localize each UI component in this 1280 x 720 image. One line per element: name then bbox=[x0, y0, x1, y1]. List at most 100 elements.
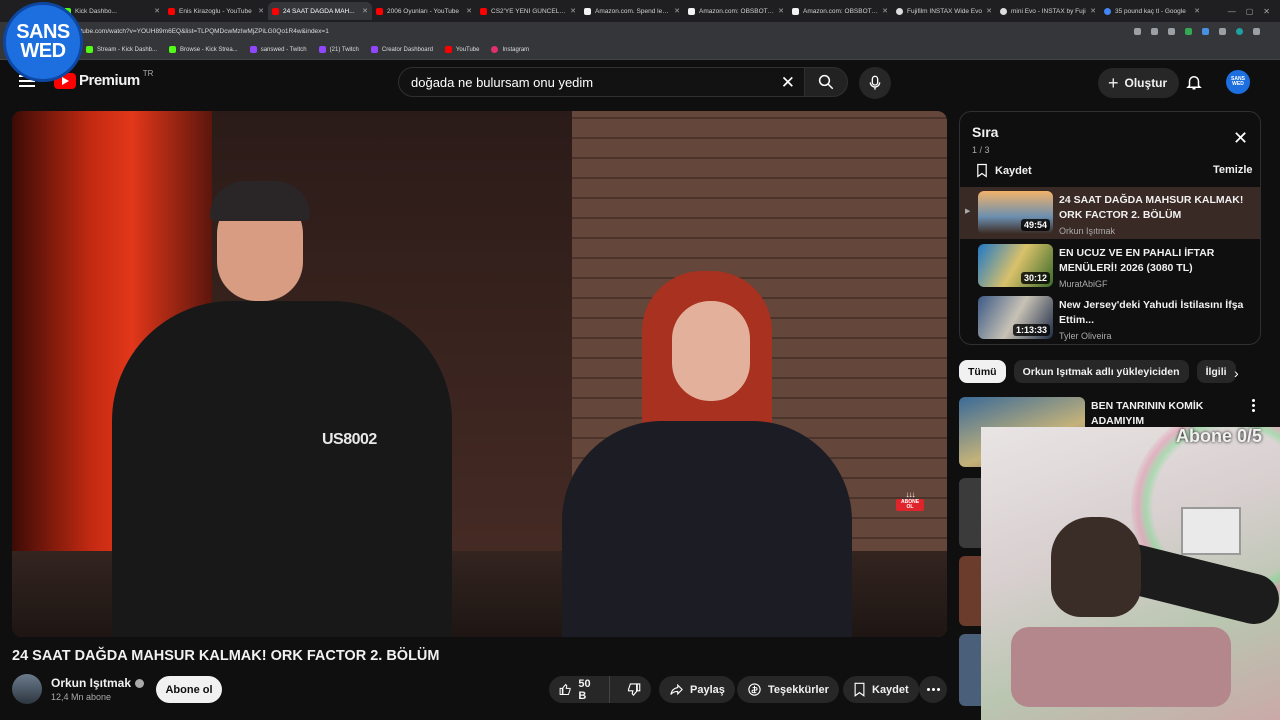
account-avatar[interactable]: SANS WED bbox=[1226, 70, 1250, 94]
close-queue-icon[interactable]: ✕ bbox=[1233, 129, 1248, 147]
subscribe-button[interactable]: Abone ol bbox=[156, 676, 222, 703]
browser-tab[interactable]: 2006 Oyunları - YouTube ✕ bbox=[372, 2, 476, 20]
address-bar[interactable]: youtube.com/watch?v=YOUH89m6EQ&list=TLPQ… bbox=[0, 22, 1280, 40]
queue-clear-button[interactable]: Temizle bbox=[1213, 164, 1253, 176]
close-tab-icon[interactable]: ✕ bbox=[362, 7, 368, 15]
subscribe-sticker: ↓↓↓ ABONE OL bbox=[896, 481, 924, 513]
search-icon bbox=[818, 74, 834, 90]
bookmark-twitch[interactable]: (21) Twitch bbox=[318, 46, 359, 53]
browser-tab[interactable]: Enis Kirazoglu - YouTube ✕ bbox=[164, 2, 268, 20]
recommendation-thumbnail[interactable] bbox=[959, 478, 981, 548]
queue-save-button[interactable]: Kaydet bbox=[976, 163, 1032, 178]
minimize-icon[interactable]: — bbox=[1228, 7, 1236, 16]
amazon-icon bbox=[584, 7, 591, 15]
create-button[interactable]: + Oluştur bbox=[1098, 68, 1180, 98]
browser-tab[interactable]: 35 pound kaç tl - Google ✕ bbox=[1100, 2, 1204, 20]
browser-tab[interactable]: Amazon.com: OBSBOT M... ✕ bbox=[684, 2, 788, 20]
browser-tab[interactable]: CS2'YE YENİ GÜNCELLEME... ✕ bbox=[476, 2, 580, 20]
more-options-icon[interactable] bbox=[1252, 399, 1255, 412]
channel-avatar[interactable] bbox=[12, 674, 42, 704]
chevron-right-icon[interactable]: › bbox=[1234, 365, 1239, 381]
url-text[interactable]: youtube.com/watch?v=YOUH89m6EQ&list=TLPQ… bbox=[70, 28, 329, 35]
recommendation-title: BEN TANRININ KOMİK ADAMIYIM bbox=[1091, 400, 1204, 427]
clear-search-icon[interactable]: ✕ bbox=[781, 73, 795, 93]
recommendation-thumbnail[interactable] bbox=[959, 634, 981, 706]
twitch-icon bbox=[370, 46, 378, 53]
bookmark-creator-dashboard[interactable]: Creator Dashboard bbox=[370, 46, 433, 53]
bookmark-kick-dashboard[interactable]: Stream - Kick Dashb... bbox=[86, 46, 157, 53]
close-tab-icon[interactable]: ✕ bbox=[674, 7, 680, 15]
bookmark-youtube[interactable]: YouTube bbox=[444, 46, 479, 53]
verified-icon bbox=[135, 678, 145, 688]
chip-related[interactable]: İlgili bbox=[1196, 360, 1236, 383]
install-icon[interactable] bbox=[1151, 27, 1158, 35]
extension-icon[interactable] bbox=[1185, 27, 1192, 35]
close-tab-icon[interactable]: ✕ bbox=[986, 7, 992, 15]
search-input[interactable]: doğada ne bulursam onu yedim ✕ bbox=[398, 67, 806, 97]
video-player[interactable]: US8002 bbox=[12, 111, 947, 637]
search-query-text[interactable]: doğada ne bulursam onu yedim bbox=[411, 75, 593, 90]
wall-frame bbox=[1181, 507, 1241, 555]
maximize-icon[interactable]: ▢ bbox=[1246, 7, 1254, 16]
bookmark-twitch-sanswed[interactable]: sanswed - Twitch bbox=[249, 46, 307, 53]
window-controls[interactable]: — ▢ ✕ bbox=[1228, 7, 1280, 16]
bookmark-star-icon[interactable] bbox=[1168, 27, 1175, 35]
notifications-bell-icon[interactable] bbox=[1185, 72, 1203, 97]
more-actions-button[interactable] bbox=[919, 676, 947, 703]
channel-name[interactable]: Orkun Işıtmak bbox=[51, 676, 145, 690]
now-playing-icon: ▶ bbox=[965, 208, 971, 215]
kick-icon bbox=[169, 46, 177, 53]
youtube-icon bbox=[444, 46, 452, 53]
queue-item[interactable]: 30:12 EN UCUZ VE EN PAHALI İFTAR MENÜLER… bbox=[960, 240, 1260, 292]
close-tab-icon[interactable]: ✕ bbox=[1090, 7, 1096, 15]
profile-icon[interactable] bbox=[1236, 27, 1243, 35]
queue-item-channel: Orkun Işıtmak bbox=[1059, 226, 1116, 236]
queue-item-channel: MuratAbiGF bbox=[1059, 279, 1108, 289]
close-tab-icon[interactable]: ✕ bbox=[570, 7, 576, 15]
chip-from-uploader[interactable]: Orkun Işıtmak adlı yükleyiciden bbox=[1013, 360, 1189, 383]
subscriber-count: 12,4 Mn abone bbox=[51, 692, 112, 702]
browser-tab[interactable]: mini Evo - INSTAX by Fuji ✕ bbox=[996, 2, 1100, 20]
share-button[interactable]: Paylaş bbox=[659, 676, 735, 703]
extension-icon[interactable] bbox=[1202, 27, 1209, 35]
recommendation-thumbnail[interactable] bbox=[959, 556, 981, 626]
video-title: 24 SAAT DAĞDA MAHSUR KALMAK! ORK FACTOR … bbox=[12, 648, 440, 664]
bookmark-icon bbox=[977, 163, 987, 178]
close-window-icon[interactable]: ✕ bbox=[1263, 7, 1270, 16]
close-tab-icon[interactable]: ✕ bbox=[466, 7, 472, 15]
close-tab-icon[interactable]: ✕ bbox=[778, 7, 784, 15]
browser-tab[interactable]: Fujifilm INSTAX Wide Evo ✕ bbox=[892, 2, 996, 20]
close-tab-icon[interactable]: ✕ bbox=[154, 7, 160, 15]
browser-tab[interactable]: Amazon.com. Spend less... ✕ bbox=[580, 2, 684, 20]
bookmark-kick-browse[interactable]: Browse - Kick Strea... bbox=[169, 46, 238, 53]
browser-tab[interactable]: Amazon.com: OBSBOT Ti... ✕ bbox=[788, 2, 892, 20]
queue-item[interactable]: ▶ 49:54 24 SAAT DAĞDA MAHSUR KALMAK! ORK… bbox=[960, 187, 1260, 239]
search-button[interactable] bbox=[804, 67, 848, 97]
youtube-icon bbox=[272, 7, 279, 15]
browser-tab[interactable]: 24 SAAT DAĞDA MAH... ✕ bbox=[268, 2, 372, 20]
voice-search-button[interactable] bbox=[859, 67, 891, 99]
chip-all[interactable]: Tümü bbox=[959, 360, 1006, 383]
browser-tab[interactable]: Kick Dashbo... ✕ bbox=[60, 2, 164, 20]
youtube-premium-logo[interactable]: Premium TR bbox=[54, 69, 153, 89]
close-tab-icon[interactable]: ✕ bbox=[882, 7, 888, 15]
amazon-icon bbox=[792, 7, 799, 15]
thanks-button[interactable]: Teşekkürler bbox=[737, 676, 839, 703]
browser-tab-title: 24 SAAT DAĞDA MAH... bbox=[283, 7, 355, 15]
microphone-icon bbox=[869, 75, 881, 90]
browser-tab-title: Fujifilm INSTAX Wide Evo bbox=[907, 7, 983, 15]
close-tab-icon[interactable]: ✕ bbox=[1194, 7, 1200, 15]
bookmark-instagram[interactable]: Instagram bbox=[491, 46, 529, 53]
save-button[interactable]: Kaydet bbox=[843, 676, 919, 703]
dislike-button[interactable] bbox=[616, 676, 651, 703]
extension-icons bbox=[1134, 27, 1280, 35]
close-tab-icon[interactable]: ✕ bbox=[258, 7, 264, 15]
puzzle-icon[interactable] bbox=[1219, 27, 1226, 35]
browser-tab-title: Kick Dashbo... bbox=[75, 7, 117, 15]
menu-dots-icon[interactable] bbox=[1253, 27, 1260, 35]
browser-tab-strip: Kick Dashbo... ✕ Enis Kirazoglu - YouTube ✕… bbox=[0, 0, 1280, 22]
zoom-icon[interactable] bbox=[1134, 27, 1141, 35]
queue-item[interactable]: 1:13:33 New Jersey'deki Yahudi İstilasın… bbox=[960, 292, 1260, 344]
like-button[interactable]: 50 B bbox=[549, 676, 610, 703]
thumbs-down-icon bbox=[627, 683, 641, 696]
